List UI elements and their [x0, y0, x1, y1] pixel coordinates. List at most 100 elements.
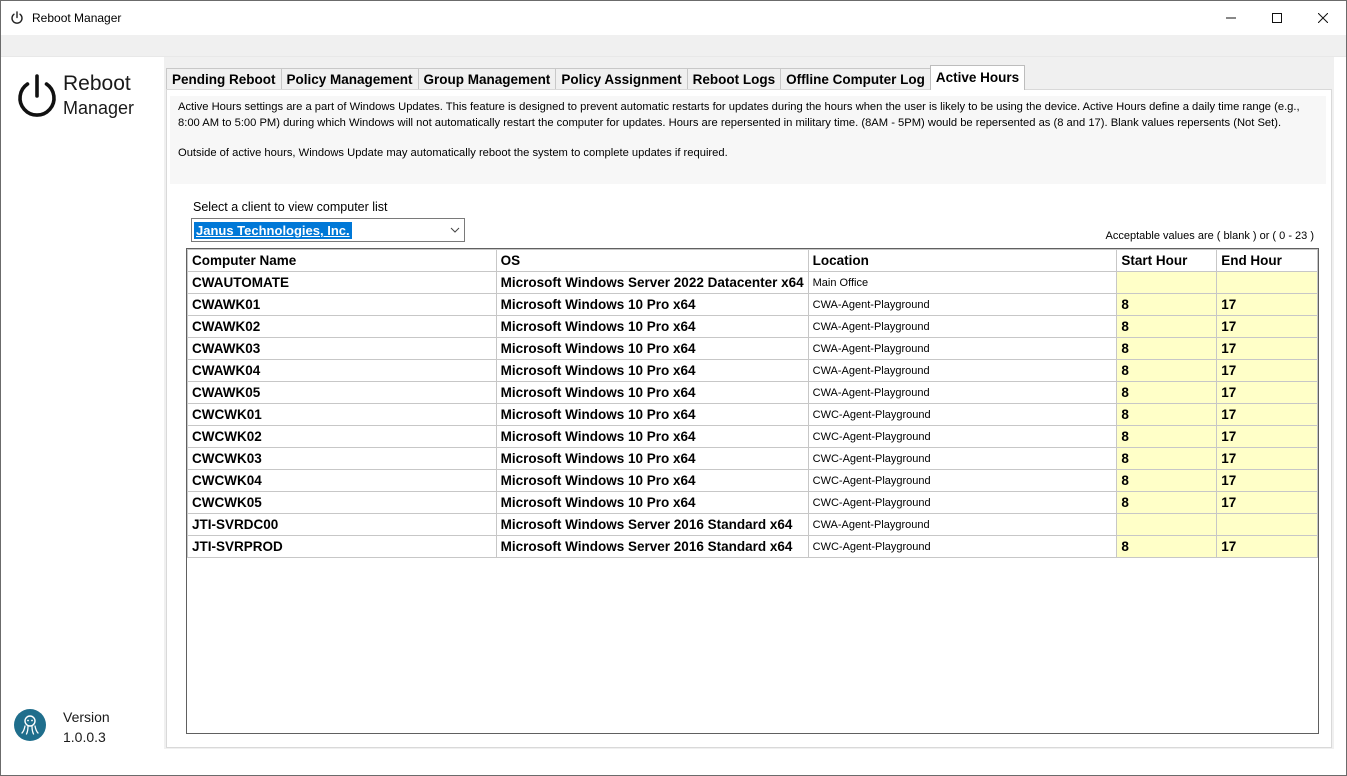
close-icon — [1318, 13, 1328, 23]
table-row[interactable]: JTI-SVRPROD Microsoft Windows Server 201… — [187, 535, 1318, 558]
minimize-button[interactable] — [1208, 1, 1254, 35]
cell-os[interactable]: Microsoft Windows 10 Pro x64 — [495, 315, 809, 338]
cell-os[interactable]: Microsoft Windows Server 2016 Standard x… — [495, 535, 809, 558]
cell-end-hour[interactable]: 17 — [1216, 535, 1318, 558]
cell-os[interactable]: Microsoft Windows 10 Pro x64 — [495, 491, 809, 514]
table-row[interactable]: CWAUTOMATE Microsoft Windows Server 2022… — [187, 271, 1318, 294]
cell-start-hour[interactable] — [1116, 271, 1218, 294]
cell-location[interactable]: Main Office — [807, 271, 1118, 294]
header-computer-name[interactable]: Computer Name — [187, 249, 497, 272]
header-start-hour[interactable]: Start Hour — [1116, 249, 1218, 272]
table-row[interactable]: CWAWK02 Microsoft Windows 10 Pro x64 CWA… — [187, 315, 1318, 338]
cell-end-hour[interactable]: 17 — [1216, 337, 1318, 360]
cell-location[interactable]: CWC-Agent-Playground — [807, 425, 1118, 448]
cell-os[interactable]: Microsoft Windows 10 Pro x64 — [495, 447, 809, 470]
cell-location[interactable]: CWA-Agent-Playground — [807, 513, 1118, 536]
client-dropdown[interactable]: Janus Technologies, Inc. — [191, 218, 465, 242]
cell-start-hour[interactable]: 8 — [1116, 293, 1218, 316]
cell-end-hour[interactable]: 17 — [1216, 469, 1318, 492]
cell-start-hour[interactable]: 8 — [1116, 469, 1218, 492]
cell-end-hour[interactable] — [1216, 513, 1318, 536]
cell-os[interactable]: Microsoft Windows 10 Pro x64 — [495, 381, 809, 404]
cell-os[interactable]: Microsoft Windows 10 Pro x64 — [495, 293, 809, 316]
cell-location[interactable]: CWA-Agent-Playground — [807, 293, 1118, 316]
tab-active-hours[interactable]: Active Hours — [929, 65, 1026, 90]
cell-computer-name[interactable]: CWAWK05 — [187, 381, 497, 404]
cell-os[interactable]: Microsoft Windows 10 Pro x64 — [495, 403, 809, 426]
tab-offline-computer-log[interactable]: Offline Computer Log — [780, 68, 931, 90]
cell-os[interactable]: Microsoft Windows 10 Pro x64 — [495, 359, 809, 382]
cell-start-hour[interactable]: 8 — [1116, 491, 1218, 514]
cell-end-hour[interactable]: 17 — [1216, 425, 1318, 448]
cell-end-hour[interactable] — [1216, 271, 1318, 294]
cell-computer-name[interactable]: CWAWK02 — [187, 315, 497, 338]
cell-location[interactable]: CWC-Agent-Playground — [807, 535, 1118, 558]
cell-start-hour[interactable] — [1116, 513, 1218, 536]
company-logo-icon — [14, 709, 46, 741]
cell-computer-name[interactable]: JTI-SVRDC00 — [187, 513, 497, 536]
cell-computer-name[interactable]: CWAWK01 — [187, 293, 497, 316]
cell-start-hour[interactable]: 8 — [1116, 359, 1218, 382]
table-row[interactable]: CWAWK05 Microsoft Windows 10 Pro x64 CWA… — [187, 381, 1318, 404]
cell-os[interactable]: Microsoft Windows Server 2022 Datacenter… — [495, 271, 809, 294]
cell-location[interactable]: CWA-Agent-Playground — [807, 359, 1118, 382]
cell-computer-name[interactable]: CWAUTOMATE — [187, 271, 497, 294]
table-row[interactable]: CWCWK04 Microsoft Windows 10 Pro x64 CWC… — [187, 469, 1318, 492]
tab-reboot-logs[interactable]: Reboot Logs — [686, 68, 782, 90]
cell-end-hour[interactable]: 17 — [1216, 293, 1318, 316]
cell-computer-name[interactable]: JTI-SVRPROD — [187, 535, 497, 558]
cell-start-hour[interactable]: 8 — [1116, 315, 1218, 338]
title-bar[interactable]: Reboot Manager — [1, 1, 1346, 35]
cell-computer-name[interactable]: CWCWK03 — [187, 447, 497, 470]
cell-start-hour[interactable]: 8 — [1116, 425, 1218, 448]
header-location[interactable]: Location — [807, 249, 1118, 272]
close-button[interactable] — [1300, 1, 1346, 35]
computer-grid[interactable]: Computer Name OS Location Start Hour End… — [186, 248, 1319, 734]
cell-end-hour[interactable]: 17 — [1216, 403, 1318, 426]
table-row[interactable]: CWCWK02 Microsoft Windows 10 Pro x64 CWC… — [187, 425, 1318, 448]
maximize-button[interactable] — [1254, 1, 1300, 35]
cell-os[interactable]: Microsoft Windows 10 Pro x64 — [495, 425, 809, 448]
cell-start-hour[interactable]: 8 — [1116, 403, 1218, 426]
cell-os[interactable]: Microsoft Windows 10 Pro x64 — [495, 469, 809, 492]
cell-computer-name[interactable]: CWCWK01 — [187, 403, 497, 426]
cell-location[interactable]: CWA-Agent-Playground — [807, 315, 1118, 338]
cell-computer-name[interactable]: CWCWK02 — [187, 425, 497, 448]
cell-computer-name[interactable]: CWCWK04 — [187, 469, 497, 492]
cell-start-hour[interactable]: 8 — [1116, 447, 1218, 470]
cell-end-hour[interactable]: 17 — [1216, 491, 1318, 514]
cell-os[interactable]: Microsoft Windows Server 2016 Standard x… — [495, 513, 809, 536]
cell-location[interactable]: CWC-Agent-Playground — [807, 491, 1118, 514]
cell-os[interactable]: Microsoft Windows 10 Pro x64 — [495, 337, 809, 360]
cell-end-hour[interactable]: 17 — [1216, 447, 1318, 470]
cell-computer-name[interactable]: CWAWK04 — [187, 359, 497, 382]
cell-end-hour[interactable]: 17 — [1216, 381, 1318, 404]
minimize-icon — [1226, 17, 1236, 19]
tab-policy-assignment[interactable]: Policy Assignment — [555, 68, 688, 90]
cell-location[interactable]: CWC-Agent-Playground — [807, 403, 1118, 426]
cell-location[interactable]: CWC-Agent-Playground — [807, 447, 1118, 470]
power-icon — [11, 11, 23, 24]
cell-location[interactable]: CWC-Agent-Playground — [807, 469, 1118, 492]
tab-group-management[interactable]: Group Management — [417, 68, 557, 90]
table-row[interactable]: CWAWK01 Microsoft Windows 10 Pro x64 CWA… — [187, 293, 1318, 316]
table-row[interactable]: CWCWK01 Microsoft Windows 10 Pro x64 CWC… — [187, 403, 1318, 426]
tab-policy-management[interactable]: Policy Management — [280, 68, 419, 90]
cell-start-hour[interactable]: 8 — [1116, 535, 1218, 558]
cell-computer-name[interactable]: CWCWK05 — [187, 491, 497, 514]
table-row[interactable]: CWCWK03 Microsoft Windows 10 Pro x64 CWC… — [187, 447, 1318, 470]
cell-location[interactable]: CWA-Agent-Playground — [807, 381, 1118, 404]
table-row[interactable]: CWCWK05 Microsoft Windows 10 Pro x64 CWC… — [187, 491, 1318, 514]
table-row[interactable]: CWAWK03 Microsoft Windows 10 Pro x64 CWA… — [187, 337, 1318, 360]
cell-location[interactable]: CWA-Agent-Playground — [807, 337, 1118, 360]
cell-start-hour[interactable]: 8 — [1116, 381, 1218, 404]
tab-pending-reboot[interactable]: Pending Reboot — [166, 68, 282, 90]
cell-computer-name[interactable]: CWAWK03 — [187, 337, 497, 360]
cell-end-hour[interactable]: 17 — [1216, 359, 1318, 382]
table-row[interactable]: CWAWK04 Microsoft Windows 10 Pro x64 CWA… — [187, 359, 1318, 382]
cell-end-hour[interactable]: 17 — [1216, 315, 1318, 338]
cell-start-hour[interactable]: 8 — [1116, 337, 1218, 360]
table-row[interactable]: JTI-SVRDC00 Microsoft Windows Server 201… — [187, 513, 1318, 536]
header-end-hour[interactable]: End Hour — [1216, 249, 1318, 272]
header-os[interactable]: OS — [495, 249, 809, 272]
